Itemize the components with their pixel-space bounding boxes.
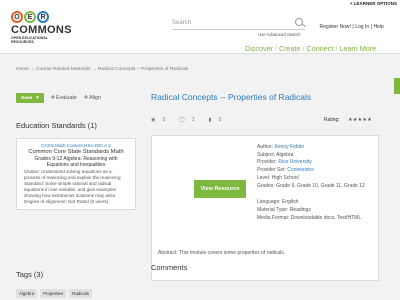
saves-value: 3 — [218, 117, 222, 123]
resource-toolbar: Save ▾ ✚Evaluate ✚Align — [16, 92, 136, 104]
eye-icon: ◉ — [151, 117, 156, 123]
provider-set: Provider Set: Connexions — [257, 167, 375, 175]
subject: Subject: Algebra — [257, 151, 294, 158]
resource-stats: ◉ 3 ◯ 1 ▮ 3 Rating: ★★★★★ — [151, 117, 379, 123]
standard-grades: Grades 9-12 Algebra: Reasoning with Equa… — [34, 156, 118, 169]
comments-heading: Comments — [151, 263, 188, 272]
author-link[interactable]: Kenny Felder — [275, 144, 305, 150]
bookmark-icon: ▮ — [208, 117, 212, 123]
saves-count: ▮ 3 — [209, 117, 229, 123]
oer-commons-logo[interactable]: O E R COMMONS OPEN EDUCATIONAL RESOURCES — [11, 11, 72, 53]
login-link[interactable]: Log In — [355, 24, 369, 30]
align-label: Align — [89, 95, 101, 101]
degree-of-alignment: Degree of Alignment: Not Rated (0 users) — [24, 198, 109, 204]
help-link[interactable]: Help — [373, 24, 383, 30]
comment-icon: ◯ — [179, 117, 185, 123]
resource-details-panel: View Resource Author: Kenny Felder Subje… — [151, 135, 379, 281]
standard-cluster: Cluster: Understand solving equations as… — [24, 168, 121, 180]
top-strip: + LEARNER OPTIONS — [0, 0, 400, 8]
logo-subtitle: OPEN EDUCATIONAL RESOURCES — [11, 36, 49, 44]
rating-label: Rating: — [323, 117, 340, 123]
resource-column: Radical Concepts -- Properties of Radica… — [151, 92, 379, 281]
language: Language: English — [257, 199, 299, 206]
resource-metadata: Author: Kenny Felder Subject: Algebra Pr… — [257, 144, 375, 222]
evaluate-label: Evaluate — [56, 95, 77, 101]
provider-link[interactable]: Rice University — [278, 159, 311, 165]
logo-letter-e: E — [24, 11, 36, 23]
standard-title: Common Core State Standards Math — [28, 149, 124, 155]
nav-connect[interactable]: Connect — [307, 44, 334, 53]
meta-spacer — [257, 190, 375, 199]
tag-algebra[interactable]: Algebra — [16, 289, 38, 298]
help-side-tab[interactable] — [394, 78, 400, 94]
rating-stars-icon[interactable]: ★★★★★ — [348, 117, 372, 123]
tag-list: Algebra Properties Radicals — [16, 289, 92, 298]
media-format: Media Format: Downloadable docs, Text/HT… — [257, 214, 362, 221]
level: Level: High School — [257, 174, 299, 181]
author: Author: Kenny Felder — [257, 144, 375, 152]
education-standards-heading: Education Standards (1) — [16, 121, 97, 130]
main-nav: Discover / Create / Connect / Learn More — [245, 44, 377, 53]
rating: Rating: ★★★★★ — [324, 117, 379, 123]
provider-set-link[interactable]: Connexions — [287, 167, 313, 173]
logo-circles: O E R — [11, 11, 67, 23]
search-placeholder: Search — [172, 20, 192, 26]
evaluate-button[interactable]: ✚Evaluate — [51, 95, 77, 101]
standard-description: Standard: Solve simple rational and radi… — [24, 180, 117, 198]
abstract: Abstract: This module covers some proper… — [158, 250, 286, 256]
logo-wordmark: COMMONS — [11, 24, 72, 36]
tag-radicals[interactable]: Radicals — [69, 289, 92, 298]
breadcrumb[interactable]: Home → Course Related Materials → Radica… — [16, 67, 188, 72]
nav-create[interactable]: Create — [279, 44, 301, 53]
views-value: 3 — [162, 117, 166, 123]
evaluate-icon: ✚ — [50, 95, 56, 101]
provider-set-label: Provider Set: — [257, 167, 286, 174]
nav-discover[interactable]: Discover — [245, 44, 273, 53]
register-link[interactable]: Register Now! — [320, 24, 351, 30]
views-count: ◉ 3 — [151, 117, 172, 123]
account-links: Register Now! | Log In | Help — [319, 24, 384, 30]
learner-options-link[interactable]: + LEARNER OPTIONS — [350, 1, 397, 6]
chevron-down-icon: ▾ — [36, 95, 39, 101]
tags-heading: Tags (3) — [16, 270, 44, 279]
advanced-search-link[interactable]: Use Advanced Search — [258, 32, 301, 37]
author-label: Author: — [257, 144, 274, 150]
search-icon[interactable] — [295, 18, 303, 26]
standard-card: CCSS.Math.Content.HSA-REI.A.2 Common Cor… — [16, 138, 136, 210]
search-input[interactable]: Search — [172, 16, 305, 30]
provider: Provider: Rice University — [257, 159, 375, 167]
logo-letter-o: O — [11, 11, 23, 23]
provider-label: Provider: — [257, 159, 278, 166]
save-button[interactable]: Save ▾ — [16, 93, 44, 103]
save-label: Save — [21, 95, 33, 101]
align-button[interactable]: ✚Align — [84, 95, 101, 101]
grades: Grades: Grade 9, Grade 10, Grade 11, Gra… — [257, 182, 365, 189]
resource-title: Radical Concepts -- Properties of Radica… — [151, 92, 312, 102]
logo-letter-r: R — [37, 11, 49, 23]
site-header: O E R COMMONS OPEN EDUCATIONAL RESOURCES… — [0, 8, 400, 54]
comments-value: 1 — [191, 117, 195, 123]
comments-count: ◯ 1 — [179, 117, 201, 123]
left-column: Save ▾ ✚Evaluate ✚Align Education Standar… — [16, 92, 136, 210]
material-type: Material Type: Readings — [257, 206, 311, 213]
view-resource-button[interactable]: View Resource — [194, 180, 246, 198]
align-icon: ✚ — [83, 95, 89, 101]
tag-properties[interactable]: Properties — [40, 289, 67, 298]
nav-learn-more[interactable]: Learn More — [339, 44, 376, 53]
